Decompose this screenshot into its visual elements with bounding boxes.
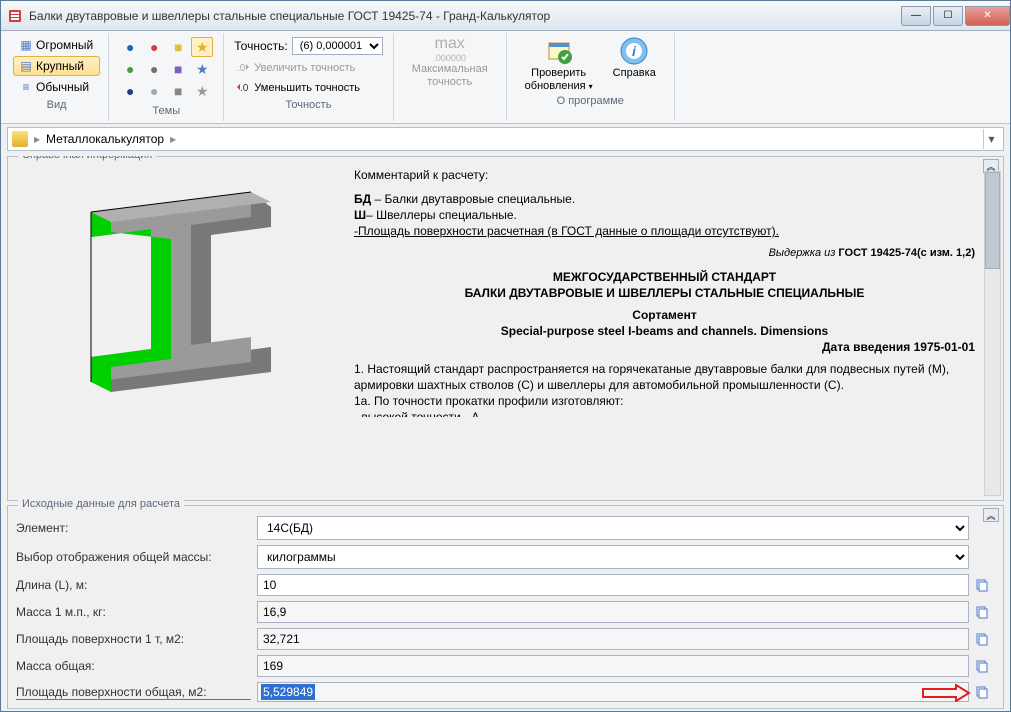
theme-gray-circle[interactable]: ● xyxy=(143,59,165,79)
copy-icon[interactable] xyxy=(975,578,990,593)
window-title: Балки двутавровые и швеллеры стальные сп… xyxy=(29,9,901,23)
about-group-label: О программе xyxy=(515,93,666,109)
surf1t-label: Площадь поверхности 1 т, м2: xyxy=(16,632,251,646)
breadcrumb-dropdown[interactable]: ▾ xyxy=(983,129,999,149)
theme-red-circle[interactable]: ● xyxy=(143,37,165,57)
svg-text:.0: .0 xyxy=(240,83,249,94)
theme-silver-circle[interactable]: ● xyxy=(143,81,165,101)
theme-gold-star[interactable]: ★ xyxy=(191,37,213,57)
surf-total-output[interactable]: 5,529849 xyxy=(257,682,969,702)
svg-text:.0: .0 xyxy=(237,63,246,74)
chevron-right-icon: ▸ xyxy=(34,132,40,146)
chevron-right-icon: ▸ xyxy=(170,132,176,146)
maximize-button[interactable]: ☐ xyxy=(933,6,963,26)
collapse-input-button[interactable]: ︽ xyxy=(983,508,999,522)
large-icon: ▤ xyxy=(20,60,32,72)
breadcrumb-item[interactable]: Металлокалькулятор xyxy=(46,132,164,146)
breadcrumb[interactable]: ▸ Металлокалькулятор ▸ ▾ xyxy=(7,127,1004,151)
mass-total-label: Масса общая: xyxy=(16,659,251,673)
theme-grid: ● ● ■ ★ ● ● ■ ★ ● ● ■ ★ xyxy=(117,35,215,103)
annotation-arrow xyxy=(921,684,971,702)
help-icon: i xyxy=(618,35,650,67)
check-updates-button[interactable]: Проверитьобновления ▾ xyxy=(515,35,603,93)
element-label: Элемент: xyxy=(16,521,251,535)
view-normal-button[interactable]: ≡ Обычный xyxy=(13,77,100,97)
app-icon xyxy=(7,8,23,24)
mass-display-select[interactable]: килограммы xyxy=(257,545,969,569)
normal-icon: ≡ xyxy=(20,81,32,93)
help-button[interactable]: i Справка xyxy=(603,35,666,93)
surf-total-label: Площадь поверхности общая, м2: xyxy=(16,685,251,700)
mass1-output xyxy=(257,601,969,623)
theme-purple-square[interactable]: ■ xyxy=(167,59,189,79)
theme-blue-star[interactable]: ★ xyxy=(191,59,213,79)
view-group-label: Вид xyxy=(13,97,100,113)
theme-yellow-square[interactable]: ■ xyxy=(167,37,189,57)
increase-precision-label: Увеличить точность xyxy=(254,62,355,74)
copy-icon[interactable] xyxy=(975,659,990,674)
max-precision-button[interactable]: max .000000 Максимальнаяточность xyxy=(402,35,498,89)
view-large-button[interactable]: ▤ Крупный xyxy=(13,56,100,76)
mass-total-output xyxy=(257,655,969,677)
titlebar: Балки двутавровые и швеллеры стальные сп… xyxy=(1,1,1010,31)
theme-green-circle[interactable]: ● xyxy=(119,59,141,79)
theme-gray-star[interactable]: ★ xyxy=(191,81,213,101)
reference-legend: Справочная информация xyxy=(18,156,156,161)
reference-text: Комментарий к расчету: БД – Балки двутав… xyxy=(354,167,995,417)
copy-icon[interactable] xyxy=(975,685,990,700)
copy-icon[interactable] xyxy=(975,605,990,620)
theme-dkblue-circle[interactable]: ● xyxy=(119,81,141,101)
huge-icon: ▦ xyxy=(20,39,32,51)
copy-icon[interactable] xyxy=(975,632,990,647)
view-huge-label: Огромный xyxy=(36,38,93,52)
decrease-precision-button[interactable]: .0 Уменьшить точность xyxy=(232,79,384,97)
view-normal-label: Обычный xyxy=(36,80,89,94)
input-panel: Исходные данные для расчета ︽ Элемент: 1… xyxy=(7,505,1004,709)
precision-select[interactable]: (6) 0,000001 xyxy=(292,37,383,55)
update-icon xyxy=(543,35,575,67)
mass-display-label: Выбор отображения общей массы: xyxy=(16,550,251,564)
increase-icon: .0 xyxy=(236,61,250,75)
ribbon: ▦ Огромный ▤ Крупный ≡ Обычный Вид ● ● xyxy=(1,31,1010,124)
length-label: Длина (L), м: xyxy=(16,578,251,592)
decrease-precision-label: Уменьшить точность xyxy=(254,82,360,94)
decrease-icon: .0 xyxy=(236,81,250,95)
length-input[interactable] xyxy=(257,574,969,596)
input-legend: Исходные данные для расчета xyxy=(18,498,184,510)
increase-precision-button[interactable]: .0 Увеличить точность xyxy=(232,59,384,77)
precision-group-label: Точность xyxy=(232,97,384,113)
view-large-label: Крупный xyxy=(36,59,84,73)
folder-icon xyxy=(12,131,28,147)
reference-scrollbar[interactable] xyxy=(984,171,1001,496)
max-text-top: max xyxy=(433,35,466,53)
surf1t-output xyxy=(257,628,969,650)
precision-label: Точность: xyxy=(234,39,287,53)
mass1-label: Масса 1 м.п., кг: xyxy=(16,605,251,619)
minimize-button[interactable]: — xyxy=(901,6,931,26)
theme-gray-square[interactable]: ■ xyxy=(167,81,189,101)
max-text-sub: .000000 xyxy=(433,53,466,63)
close-button[interactable]: ✕ xyxy=(965,6,1010,26)
reference-panel: Справочная информация ︽ xyxy=(7,156,1004,501)
themes-group-label: Темы xyxy=(117,103,215,119)
beam-illustration xyxy=(16,167,346,417)
theme-blue-circle[interactable]: ● xyxy=(119,37,141,57)
view-huge-button[interactable]: ▦ Огромный xyxy=(13,35,100,55)
element-select[interactable]: 14С(БД) xyxy=(257,516,969,540)
